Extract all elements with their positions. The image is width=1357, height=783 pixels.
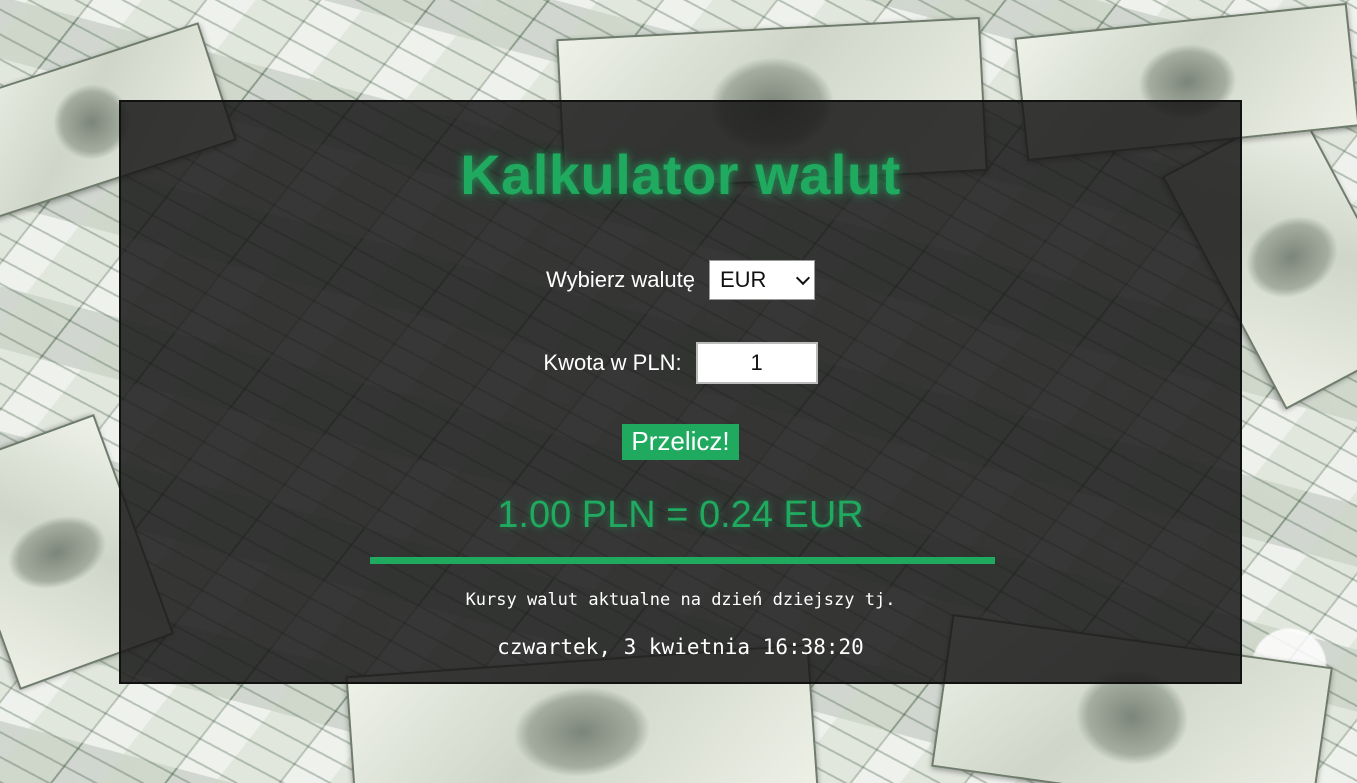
currency-label: Wybierz walutę [546,267,695,292]
current-datetime: czwartek, 3 kwietnia 16:38:20 [497,635,864,659]
page-title: Kalkulator walut [460,143,901,206]
conversion-result: 1.00 PLN = 0.24 EUR [497,494,864,536]
divider [370,557,995,564]
money-background: { "app": { "title": "Kalkulator walut" }… [0,0,1357,783]
calculator-panel: Kalkulator walut Wybierz walutę EUR Kwot… [119,100,1242,684]
amount-row: Kwota w PLN: [121,342,1240,384]
amount-label: Kwota w PLN: [543,350,682,375]
chevron-down-icon [795,270,811,286]
currency-select[interactable]: EUR [708,260,815,300]
currency-selected-value: EUR [719,267,767,292]
submit-wrap: Przelicz! [121,424,1240,460]
amount-input[interactable] [695,342,818,384]
currency-row: Wybierz walutę EUR [121,260,1240,300]
rates-info-text: Kursy walut aktualne na dzień dziejszy t… [465,590,896,610]
convert-button[interactable]: Przelicz! [622,424,739,460]
